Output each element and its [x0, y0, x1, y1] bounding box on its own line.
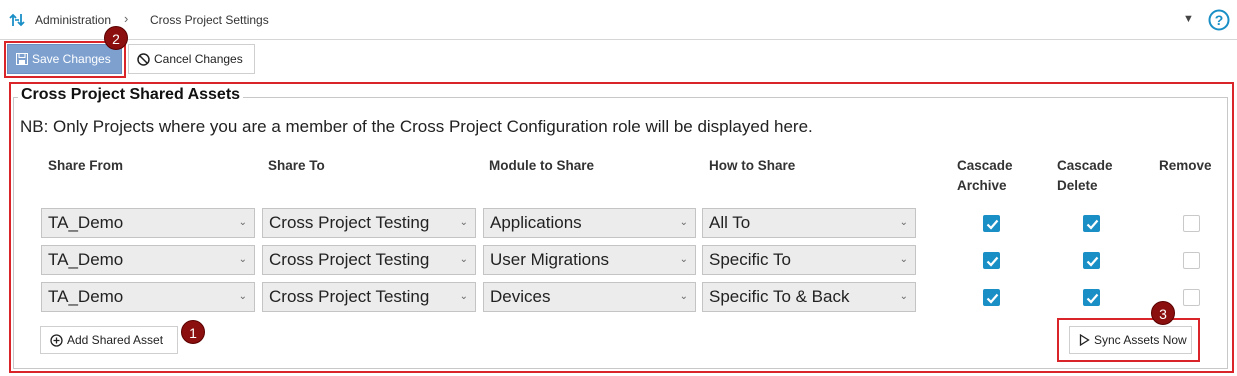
sync-assets-now-label: Sync Assets Now [1094, 333, 1187, 347]
chevron-down-icon: ⌄ [238, 291, 247, 302]
chevron-down-icon: ⌄ [459, 254, 468, 265]
how-select[interactable]: Specific To & Back ⌄ [702, 282, 916, 312]
floppy-disk-icon [16, 53, 28, 65]
check-icon [1086, 293, 1099, 304]
callout-1: 1 [181, 320, 205, 344]
callout-2: 2 [104, 26, 128, 50]
callout-3: 3 [1151, 301, 1175, 325]
remove-checkbox[interactable] [1183, 252, 1200, 269]
remove-checkbox[interactable] [1183, 215, 1200, 232]
module-select[interactable]: Applications ⌄ [483, 208, 696, 238]
plus-circle-icon [50, 333, 63, 347]
check-icon [1086, 219, 1099, 230]
share-to-select[interactable]: Cross Project Testing ⌄ [262, 208, 476, 238]
chevron-down-icon: ⌄ [899, 291, 908, 302]
share-from-select[interactable]: TA_Demo ⌄ [41, 245, 255, 275]
cascade-delete-checkbox[interactable] [1083, 215, 1100, 232]
check-icon [986, 256, 999, 267]
chevron-down-icon: ⌄ [679, 291, 688, 302]
cascade-archive-checkbox[interactable] [983, 289, 1000, 306]
col-how: How to Share [709, 158, 796, 173]
chevron-down-icon: ⌄ [899, 217, 908, 228]
cascade-archive-checkbox[interactable] [983, 215, 1000, 232]
svg-text:?: ? [1215, 12, 1224, 28]
caret-down-icon[interactable]: ▼ [1183, 13, 1194, 25]
module-select[interactable]: Devices ⌄ [483, 282, 696, 312]
check-icon [986, 219, 999, 230]
col-remove: Remove [1159, 158, 1212, 173]
add-shared-asset-label: Add Shared Asset [67, 333, 164, 347]
breadcrumb-current: Cross Project Settings [150, 13, 269, 27]
panel-note: NB: Only Projects where you are a member… [20, 117, 813, 136]
chevron-down-icon: ⌄ [459, 291, 468, 302]
col-share-from: Share From [48, 158, 124, 173]
top-bar: Administration › Cross Project Settings … [0, 0, 1237, 40]
chevron-down-icon: ⌄ [459, 217, 468, 228]
chevron-down-icon: ⌄ [238, 254, 247, 265]
share-from-select[interactable]: TA_Demo ⌄ [41, 282, 255, 312]
prohibited-icon [137, 52, 150, 66]
cascade-delete-checkbox[interactable] [1083, 289, 1100, 306]
how-select[interactable]: All To ⌄ [702, 208, 916, 238]
save-changes-label: Save Changes [32, 52, 111, 66]
chevron-down-icon: ⌄ [899, 254, 908, 265]
panel-title: Cross Project Shared Assets [18, 86, 244, 104]
remove-checkbox[interactable] [1183, 289, 1200, 306]
check-icon [986, 293, 999, 304]
chevron-down-icon: ⌄ [238, 217, 247, 228]
sync-assets-now-button[interactable]: Sync Assets Now [1069, 326, 1192, 354]
cascade-delete-checkbox[interactable] [1083, 252, 1100, 269]
share-to-select[interactable]: Cross Project Testing ⌄ [262, 282, 476, 312]
help-circle-icon[interactable]: ? [1208, 9, 1230, 31]
breadcrumb-root[interactable]: Administration [35, 13, 111, 27]
share-from-select[interactable]: TA_Demo ⌄ [41, 208, 255, 238]
col-share-to: Share To [268, 158, 325, 173]
cascade-archive-checkbox[interactable] [983, 252, 1000, 269]
save-changes-button[interactable]: Save Changes [7, 44, 122, 74]
check-icon [1086, 256, 1099, 267]
cancel-changes-label: Cancel Changes [154, 52, 243, 66]
col-module: Module to Share [489, 158, 595, 173]
cancel-changes-button[interactable]: Cancel Changes [128, 44, 255, 74]
module-select[interactable]: User Migrations ⌄ [483, 245, 696, 275]
add-shared-asset-button[interactable]: Add Shared Asset [40, 326, 178, 354]
chevron-down-icon: ⌄ [679, 217, 688, 228]
chevron-right-icon: › [124, 11, 129, 26]
chevron-down-icon: ⌄ [679, 254, 688, 265]
how-select[interactable]: Specific To ⌄ [702, 245, 916, 275]
col-cascade-archive: Cascade Archive [957, 158, 1013, 193]
swap-arrows-icon[interactable] [9, 12, 25, 28]
share-to-select[interactable]: Cross Project Testing ⌄ [262, 245, 476, 275]
play-triangle-icon [1079, 334, 1090, 346]
col-cascade-delete: Cascade Delete [1057, 158, 1113, 193]
